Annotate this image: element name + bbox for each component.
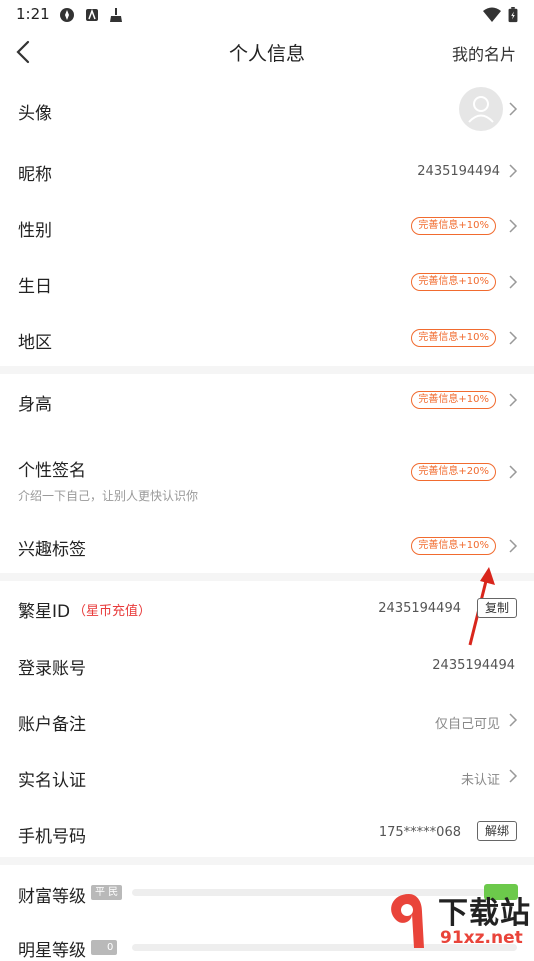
account-note-label: 账户备注 xyxy=(18,715,86,735)
chevron-right-icon xyxy=(509,539,518,553)
section-divider xyxy=(0,573,534,581)
fanxing-id-row: 繁星ID （星币充值） 2435194494 复制 xyxy=(0,581,534,637)
height-row[interactable]: 身高 完善信息+10% xyxy=(0,374,534,430)
nickname-label: 昵称 xyxy=(18,165,52,185)
signature-hint: 介绍一下自己，让别人更快认识你 xyxy=(18,489,199,503)
avatar-label: 头像 xyxy=(18,104,52,124)
account-note-value: 仅自己可见 xyxy=(434,717,500,732)
birthday-label: 生日 xyxy=(18,277,52,297)
cleaner-notification-icon xyxy=(110,8,122,22)
title-bar: 个人信息 我的名片 xyxy=(0,30,534,74)
signature-row[interactable]: 个性签名 介绍一下自己，让别人更快认识你 完善信息+20% xyxy=(0,440,534,510)
login-account-row: 登录账号 2435194494 xyxy=(0,637,534,693)
recharge-link[interactable]: （星币充值） xyxy=(73,600,151,619)
a-notification-icon xyxy=(86,8,98,21)
wealth-level-tag: 平 民 xyxy=(91,885,123,900)
gender-row[interactable]: 性别 完善信息+10% xyxy=(0,199,534,255)
account-note-row[interactable]: 账户备注 仅自己可见 xyxy=(0,693,534,749)
birthday-row[interactable]: 生日 完善信息+10% xyxy=(0,255,534,311)
real-name-value: 未认证 xyxy=(460,773,500,788)
phone-label: 手机号码 xyxy=(18,827,86,847)
interests-row[interactable]: 兴趣标签 完善信息+10% xyxy=(0,518,534,574)
nickname-row[interactable]: 昵称 2435194494 xyxy=(0,143,534,199)
star-level-label: 明星等级 xyxy=(18,941,86,961)
chevron-right-icon xyxy=(509,769,518,783)
region-label: 地区 xyxy=(18,333,52,353)
chevron-right-icon xyxy=(509,219,518,233)
chevron-right-icon xyxy=(509,275,518,289)
fanxing-id-label: 繁星ID xyxy=(18,602,71,622)
battery-icon xyxy=(508,7,518,23)
watermark-logo-icon xyxy=(391,894,424,948)
login-account-value: 2435194494 xyxy=(432,658,515,673)
app-notification-icon xyxy=(60,8,74,22)
wifi-icon xyxy=(483,7,501,22)
login-account-label: 登录账号 xyxy=(18,659,86,679)
region-row[interactable]: 地区 完善信息+10% xyxy=(0,311,534,367)
phone-value: 175*****068 xyxy=(378,825,461,840)
complete-info-badge: 完善信息+10% xyxy=(411,537,496,555)
copy-button[interactable]: 复制 xyxy=(476,598,517,618)
phone-row: 手机号码 175*****068 解绑 xyxy=(0,805,534,861)
signature-label: 个性签名 xyxy=(18,461,86,481)
fanxing-id-value: 2435194494 xyxy=(378,601,461,616)
watermark-url: 91xz.net xyxy=(440,928,523,948)
complete-info-badge: 完善信息+10% xyxy=(411,273,496,291)
complete-info-badge: 完善信息+10% xyxy=(411,329,496,347)
chevron-right-icon xyxy=(509,465,518,479)
height-label: 身高 xyxy=(18,395,52,415)
star-level-tag: 0 xyxy=(91,940,118,955)
real-name-label: 实名认证 xyxy=(18,771,86,791)
chevron-right-icon xyxy=(509,102,518,116)
complete-info-badge: 完善信息+20% xyxy=(411,463,496,481)
gender-label: 性别 xyxy=(18,221,52,241)
my-card-link[interactable]: 我的名片 xyxy=(452,41,516,65)
real-name-row[interactable]: 实名认证 未认证 xyxy=(0,749,534,805)
section-divider xyxy=(0,857,534,865)
interests-label: 兴趣标签 xyxy=(18,540,86,560)
status-time: 1:21 xyxy=(16,5,50,23)
avatar-row[interactable]: 头像 xyxy=(0,80,534,140)
unbind-button[interactable]: 解绑 xyxy=(476,821,517,841)
chevron-right-icon xyxy=(509,713,518,727)
chevron-right-icon xyxy=(509,393,518,407)
complete-info-badge: 完善信息+10% xyxy=(411,217,496,235)
watermark: 下载站 91xz.net xyxy=(382,888,532,952)
complete-info-badge: 完善信息+10% xyxy=(411,391,496,409)
chevron-right-icon xyxy=(509,164,518,178)
section-divider xyxy=(0,366,534,374)
avatar[interactable] xyxy=(459,87,503,131)
nickname-value: 2435194494 xyxy=(417,164,500,179)
wealth-level-label: 财富等级 xyxy=(18,887,86,907)
chevron-right-icon xyxy=(509,331,518,345)
status-bar: 1:21 xyxy=(0,0,534,30)
watermark-title: 下载站 xyxy=(438,896,531,931)
